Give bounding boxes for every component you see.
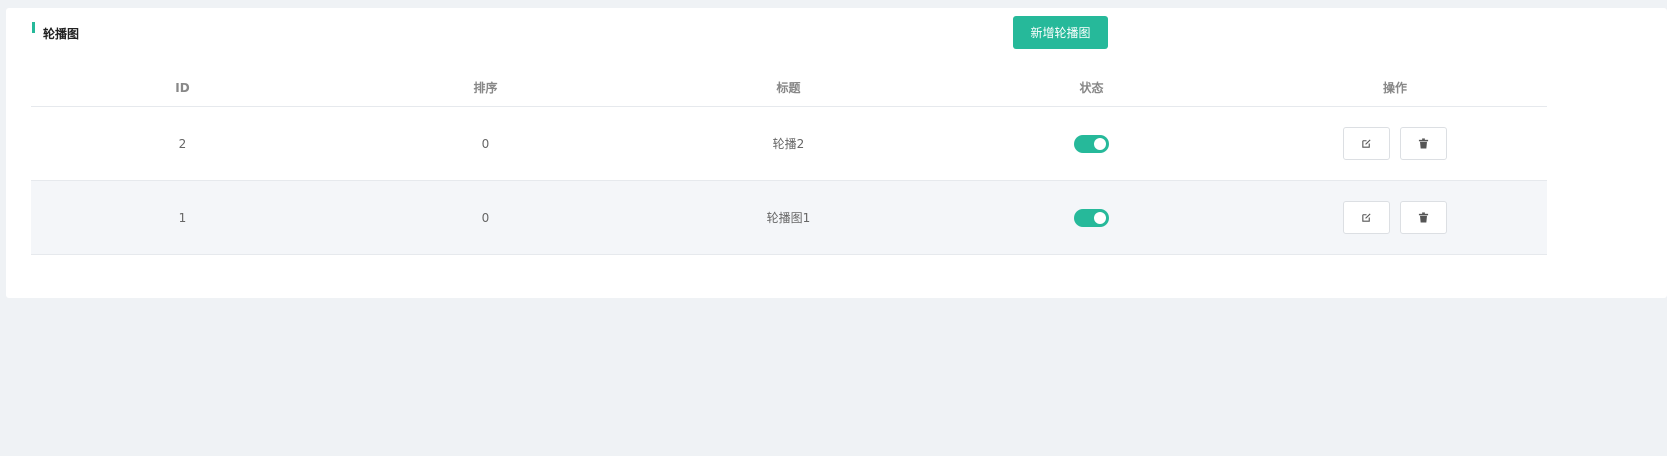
panel-title: 轮播图 [43,27,80,41]
cell-sort: 0 [481,136,490,151]
cell-id: 2 [178,136,187,151]
column-header-actions: 操作 [1382,81,1407,95]
edit-button[interactable] [1343,201,1390,234]
column-header-status: 状态 [1079,81,1104,95]
cell-status [940,134,1243,153]
edit-icon [1362,213,1371,222]
cell-title: 轮播2 [772,137,805,151]
status-toggle[interactable] [1074,208,1109,227]
table-row: 2 0 轮播2 [31,107,1547,181]
cell-status [940,208,1243,227]
column-header-sort: 排序 [473,81,498,95]
delete-button[interactable] [1400,127,1447,160]
carousel-table: ID 排序 标题 状态 操作 2 0 轮播2 1 0 轮播图1 [31,69,1547,255]
status-toggle[interactable] [1074,134,1109,153]
table-header: ID 排序 标题 状态 操作 [31,69,1547,107]
cell-actions [1243,201,1547,234]
toggle-knob [1094,137,1106,150]
column-header-id: ID [175,80,190,95]
table-row: 1 0 轮播图1 [31,181,1547,255]
trash-icon [1418,138,1429,149]
column-header-title: 标题 [776,81,801,95]
delete-button[interactable] [1400,201,1447,234]
add-carousel-button[interactable]: 新增轮播图 [1013,16,1108,49]
edit-button[interactable] [1343,127,1390,160]
edit-icon [1362,139,1371,148]
title-accent-bar [32,22,35,33]
cell-title: 轮播图1 [766,211,811,225]
carousel-panel: 轮播图 新增轮播图 ID 排序 标题 状态 操作 2 0 轮播2 1 0 轮播图… [6,8,1667,298]
cell-id: 1 [178,210,187,225]
toggle-knob [1094,211,1106,224]
cell-actions [1243,127,1547,160]
cell-sort: 0 [481,210,490,225]
trash-icon [1418,212,1429,223]
